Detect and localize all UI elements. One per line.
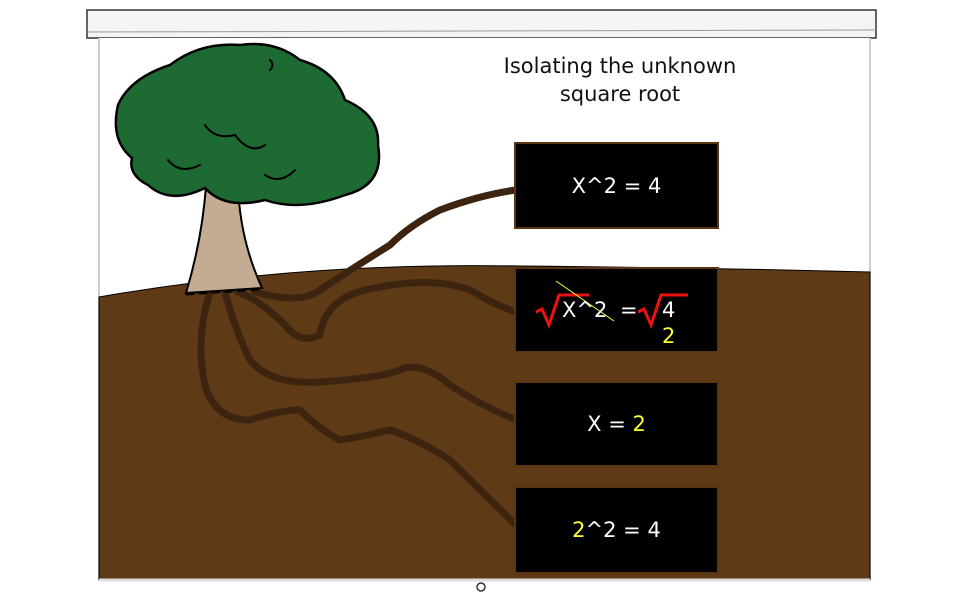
radicand-right: 4 xyxy=(662,298,676,322)
equation-step-4: 2^2 = 4 xyxy=(572,518,661,542)
chalkboard-step-1: X^2 = 4 xyxy=(514,142,719,229)
screen-roller-bar xyxy=(86,9,877,39)
title-line-2: square root xyxy=(559,82,681,106)
title-line-1: Isolating the unknown xyxy=(503,54,737,78)
equation-step-3-value: 2 xyxy=(632,412,646,436)
equation-step-4-base: 2 xyxy=(572,518,586,542)
equation-step-3: X = 2 xyxy=(587,412,646,436)
chalkboard-step-3: X = 2 xyxy=(514,381,719,467)
pull-ring-icon xyxy=(476,582,486,592)
equation-step-3-prefix: X = xyxy=(587,412,633,436)
equation-step-1: X^2 = 4 xyxy=(571,173,662,198)
chalkboard-step-2: X^2 = 4 2 xyxy=(514,267,719,353)
diagram-title: Isolating the unknown square root xyxy=(470,52,770,108)
equals-sign: = xyxy=(620,298,638,322)
equation-step-2: X^2 = 4 2 xyxy=(516,269,721,355)
square-root-sign-icon xyxy=(535,280,688,330)
root-result: 2 xyxy=(662,324,676,348)
radicand-left: X^2 xyxy=(562,298,608,322)
chalkboard-step-4: 2^2 = 4 xyxy=(514,486,719,574)
soil-ground xyxy=(98,265,871,581)
equation-step-4-suffix: ^2 = 4 xyxy=(585,518,661,542)
